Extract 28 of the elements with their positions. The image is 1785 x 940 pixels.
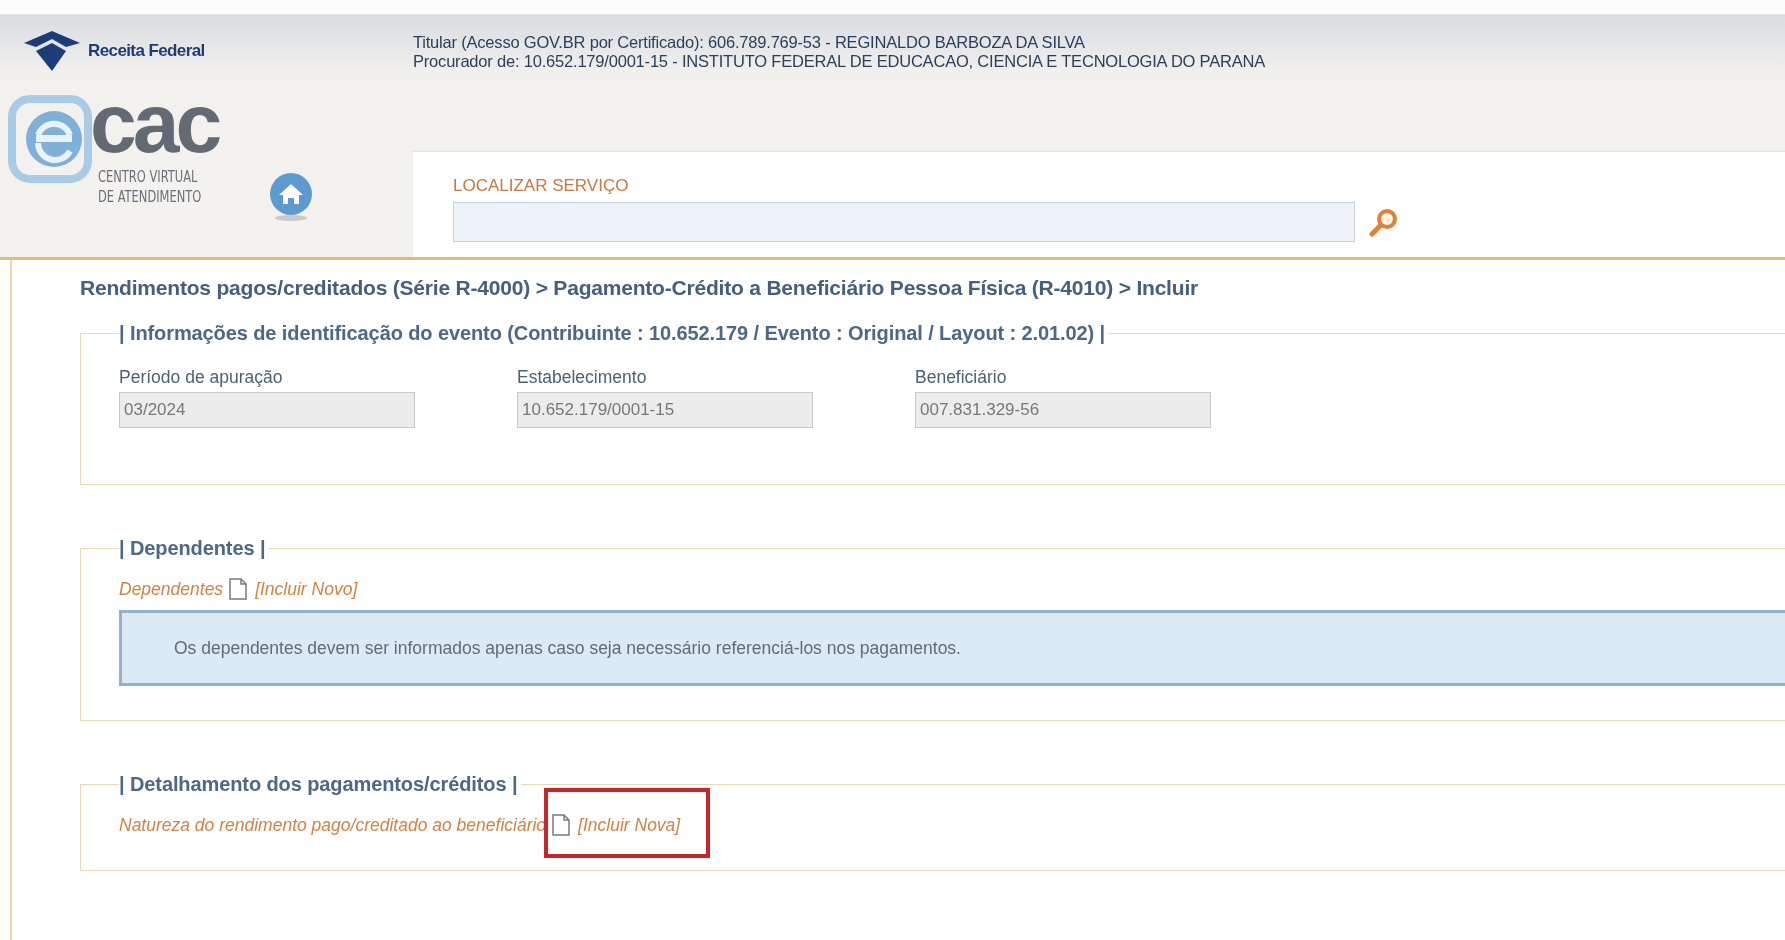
home-icon[interactable]: [268, 172, 314, 222]
field-label: Período de apuração: [119, 367, 284, 388]
include-link[interactable]: [Incluir Nova]: [578, 814, 681, 836]
section-title: | Informações de identificação do evento (Contribuinte : 10.652.179 / Evento : Original / Layout : 2.01.02) |: [119, 322, 1107, 345]
user-info-line: Procurador de: 10.652.179/0001-15 - INSTITUTO FEDERAL DE EDUCACAO, CIENCIA E TECNOLOGIA DO PARANA: [413, 52, 1267, 71]
logo-subtitle: CENTRO VIRTUAL DE ATENDIMENTO: [98, 167, 202, 207]
field-label: Estabelecimento: [517, 367, 648, 388]
item-label: Natureza do rendimento pago/creditado ao beneficiário: [119, 814, 547, 836]
field-label: Beneficiário: [915, 367, 1008, 388]
ecac-logo-icon: [8, 95, 92, 185]
search-icon[interactable]: [1369, 207, 1399, 237]
item-label: Dependentes: [119, 578, 224, 600]
info-text: Os dependentes devem ser informados apenas caso seja necessário referenciá-los nos pagamentos.: [174, 637, 961, 659]
breadcrumb: Rendimentos pagos/creditados (Série R-4000) > Pagamento-Crédito a Beneficiário Pessoa Física (R-4010) > Incluir: [80, 276, 1199, 300]
input-field[interactable]: 007.831.329-56: [915, 392, 1211, 428]
user-info-line: Titular (Acesso GOV.BR por Certificado): 606.789.769-53 - REGINALDO BARBOZA DA SILVA: [413, 33, 1086, 52]
section-title: | Detalhamento dos pagamentos/créditos |: [119, 773, 519, 796]
document-icon[interactable]: [229, 578, 248, 600]
logo-wordmark: cac: [90, 81, 219, 165]
section-title: | Dependentes |: [119, 537, 267, 560]
search-field[interactable]: [453, 202, 1355, 242]
brand-name: Receita Federal: [88, 41, 205, 61]
input-field[interactable]: 10.652.179/0001-15: [517, 392, 813, 428]
logo-icon: [22, 29, 82, 73]
input-field[interactable]: 03/2024: [119, 392, 415, 428]
include-link[interactable]: [Incluir Novo]: [255, 578, 358, 600]
document-icon[interactable]: [552, 814, 571, 836]
search-label: LOCALIZAR SERVIÇO: [453, 176, 630, 196]
